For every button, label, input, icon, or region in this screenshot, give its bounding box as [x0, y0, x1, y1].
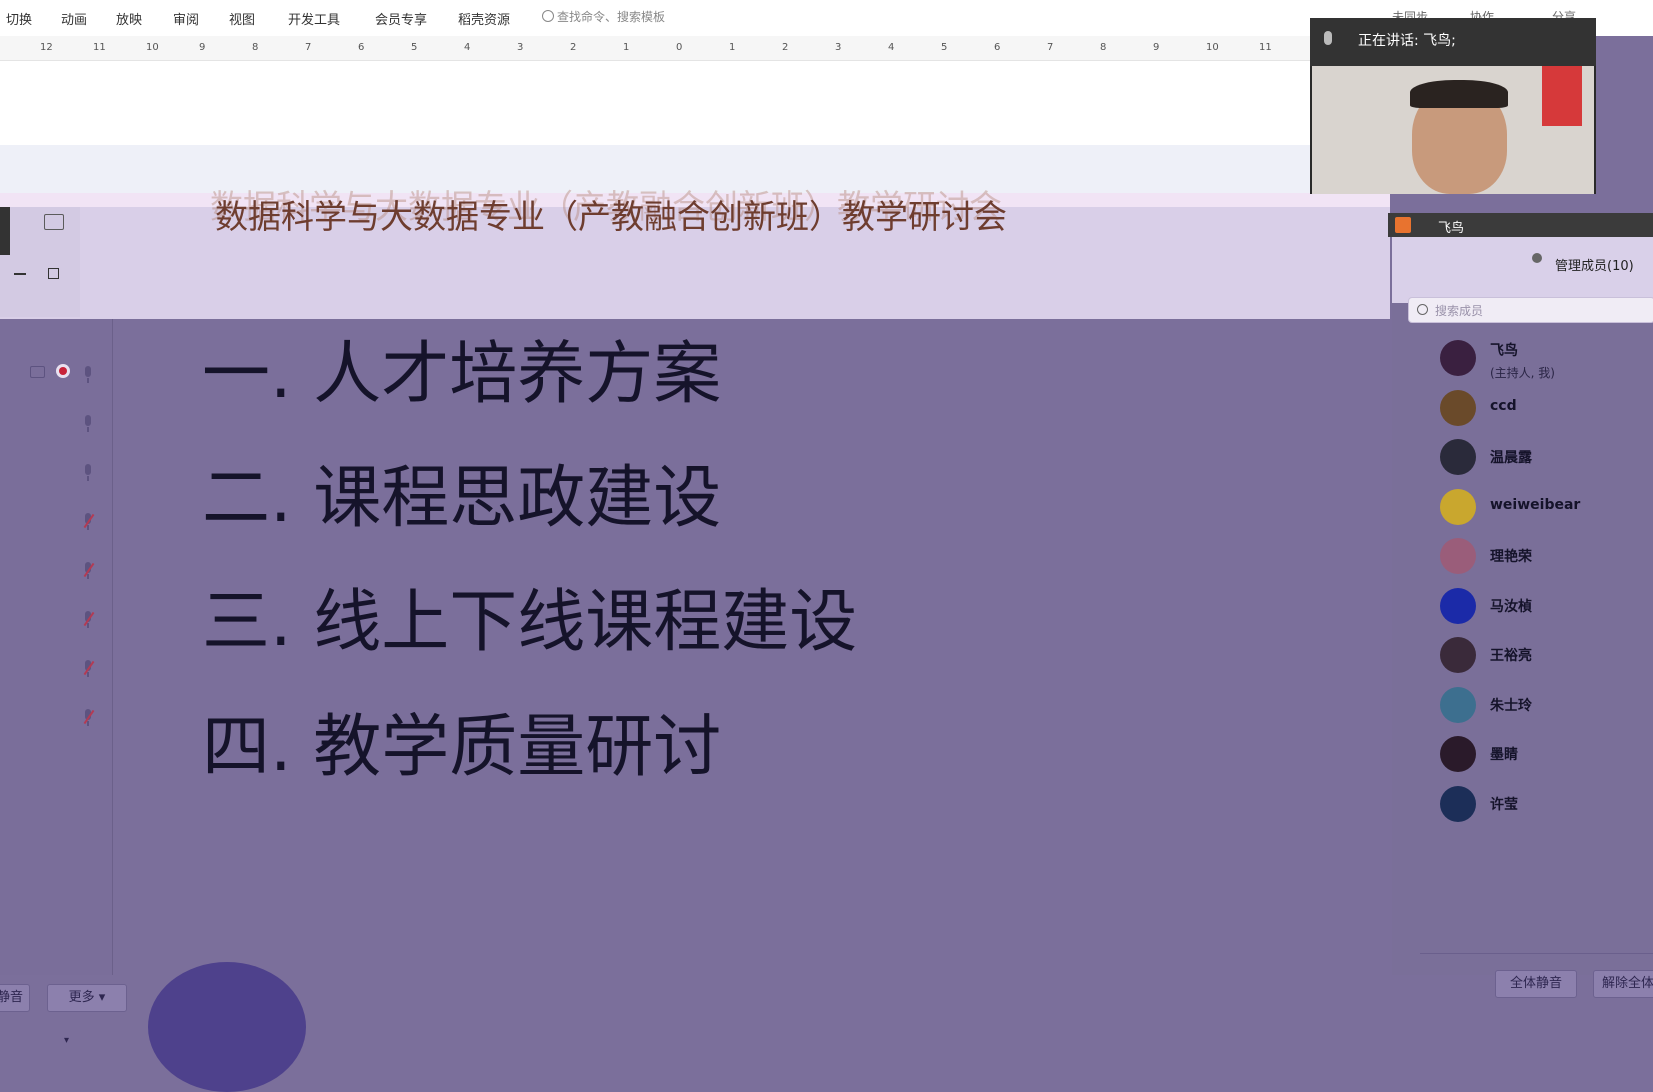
search-icon: [542, 10, 554, 22]
command-search-placeholder: 查找命令、搜索模板: [557, 10, 666, 24]
menu-docer[interactable]: 稻壳资源: [458, 9, 510, 28]
avatar: [1440, 587, 1476, 624]
presenter-badge-icon: [1395, 217, 1411, 233]
menu-member[interactable]: 会员专享: [375, 9, 427, 28]
ruler-tick-label: 1: [729, 42, 736, 53]
mic-muted-icon[interactable]: [82, 562, 95, 580]
avatar: [1440, 488, 1476, 525]
minimize-button[interactable]: [14, 273, 26, 275]
participant-audio-panel: [0, 319, 113, 975]
ruler-tick-label: 4: [464, 42, 471, 53]
ruler-tick-label: 7: [1047, 42, 1054, 53]
member-role: (主持人, 我): [1490, 366, 1555, 380]
ruler-tick-label: 5: [941, 42, 948, 53]
record-icon[interactable]: [56, 364, 70, 378]
agenda-item-3: 三. 线上下线课程建设: [202, 583, 858, 662]
ruler-tick-label: 9: [1153, 42, 1160, 53]
member-name: ccd: [1490, 397, 1517, 414]
ruler-tick-label: 8: [252, 42, 259, 53]
mic-icon[interactable]: [82, 415, 94, 433]
members-title[interactable]: 管理成员(10): [1555, 255, 1634, 274]
menu-developer[interactable]: 开发工具: [288, 9, 340, 28]
ruler-tick-label: 7: [305, 42, 312, 53]
menu-animation[interactable]: 动画: [61, 9, 87, 28]
search-icon: [1417, 304, 1428, 315]
agenda-item-1: 一. 人才培养方案: [202, 335, 722, 414]
video-frame: [1312, 66, 1594, 194]
ruler-tick-label: 5: [411, 42, 418, 53]
menu-slideshow[interactable]: 放映: [116, 9, 142, 28]
ruler-tick-label: 11: [1259, 42, 1272, 53]
member-name: 马汝楨: [1490, 598, 1532, 615]
background-decoration: [1542, 66, 1582, 126]
ruler-tick-label: 12: [40, 42, 53, 53]
ruler-tick-label: 4: [888, 42, 895, 53]
mic-muted-icon[interactable]: [82, 660, 95, 678]
ruler-tick-label: 6: [358, 42, 365, 53]
menu-view[interactable]: 视图: [229, 9, 255, 28]
ruler-tick-label: 3: [835, 42, 842, 53]
avatar: [1440, 686, 1476, 723]
ruler-tick-label: 0: [676, 42, 683, 53]
user-icon: [1532, 253, 1542, 263]
unmute-all-button[interactable]: 解除全体静音: [1593, 970, 1653, 998]
member-name: 许莹: [1490, 796, 1518, 813]
speaking-label: 正在讲话: 飞鸟;: [1358, 33, 1456, 49]
window-edge: [0, 207, 10, 255]
member-name: 理艳荣: [1490, 549, 1532, 565]
ruler-tick-label: 9: [199, 42, 206, 53]
menu-review[interactable]: 审阅: [173, 9, 199, 28]
horizontal-ruler: 12 11 10 9 8 7 6 5 4 3 2 1 0 1 2 3 4 5 6 7 8 9 10 11: [0, 36, 1310, 61]
mic-icon[interactable]: [82, 464, 94, 482]
ruler-tick-label: 10: [1206, 42, 1219, 53]
mute-all-button[interactable]: 全体静音: [1495, 970, 1577, 998]
mic-muted-icon[interactable]: [82, 611, 95, 629]
avatar: [1440, 340, 1476, 376]
member-search-placeholder: 搜索成员: [1435, 304, 1484, 318]
ruler-tick-label: 11: [93, 42, 106, 53]
member-name: 墨睛: [1490, 747, 1518, 763]
speaker-name: 飞鸟: [1438, 221, 1465, 236]
ruler-tick-label: 1: [623, 42, 630, 53]
avatar: [1440, 389, 1476, 426]
member-name: 温晨露: [1490, 450, 1532, 466]
mic-icon[interactable]: [82, 366, 94, 384]
meeting-window-controls: [0, 207, 80, 317]
agenda-item-4: 四. 教学质量研讨: [202, 708, 722, 787]
more-button[interactable]: 更多 ▾: [47, 984, 127, 1012]
avatar: [1440, 637, 1476, 673]
ruler-tick-label: 3: [517, 42, 524, 53]
mic-muted-icon[interactable]: [82, 513, 95, 531]
document-canvas: [0, 61, 1330, 145]
member-name: 王裕亮: [1490, 648, 1532, 664]
slide-title: 数据科学与大数据专业（产教融合创新班）教学研讨会: [215, 197, 1007, 236]
ruler-tick-label: 2: [570, 42, 577, 53]
screen-icon: [30, 366, 45, 378]
ruler-tick-label: 2: [782, 42, 789, 53]
avatar: [1440, 439, 1476, 475]
ruler-tick-label: 8: [1100, 42, 1107, 53]
ruler-tick-label: 10: [146, 42, 159, 53]
ruler-tick-label: 6: [994, 42, 1001, 53]
agenda-item-2: 二. 课程思政建设: [202, 459, 722, 538]
mic-muted-icon[interactable]: [82, 709, 95, 727]
avatar: [1440, 736, 1476, 772]
member-name: 朱士玲: [1490, 697, 1532, 714]
avatar: [1440, 538, 1476, 574]
member-name: weiweibear: [1490, 496, 1581, 513]
presenter-avatar: [148, 962, 306, 1092]
maximize-button[interactable]: [48, 268, 59, 279]
speaker-name-bar: [1388, 213, 1653, 237]
avatar: [1440, 785, 1476, 822]
chevron-down-icon[interactable]: ▾: [64, 1035, 69, 1046]
menu-switch[interactable]: 切换: [6, 9, 32, 28]
member-search-input[interactable]: 搜索成员: [1408, 297, 1653, 323]
mute-button[interactable]: 静音: [0, 984, 30, 1012]
speaker-hair: [1410, 80, 1508, 108]
mic-icon: [1324, 31, 1332, 45]
member-name: 飞鸟: [1490, 343, 1518, 359]
book-icon[interactable]: [44, 214, 64, 230]
command-search[interactable]: 查找命令、搜索模板: [542, 8, 665, 25]
divider: [1420, 953, 1653, 954]
